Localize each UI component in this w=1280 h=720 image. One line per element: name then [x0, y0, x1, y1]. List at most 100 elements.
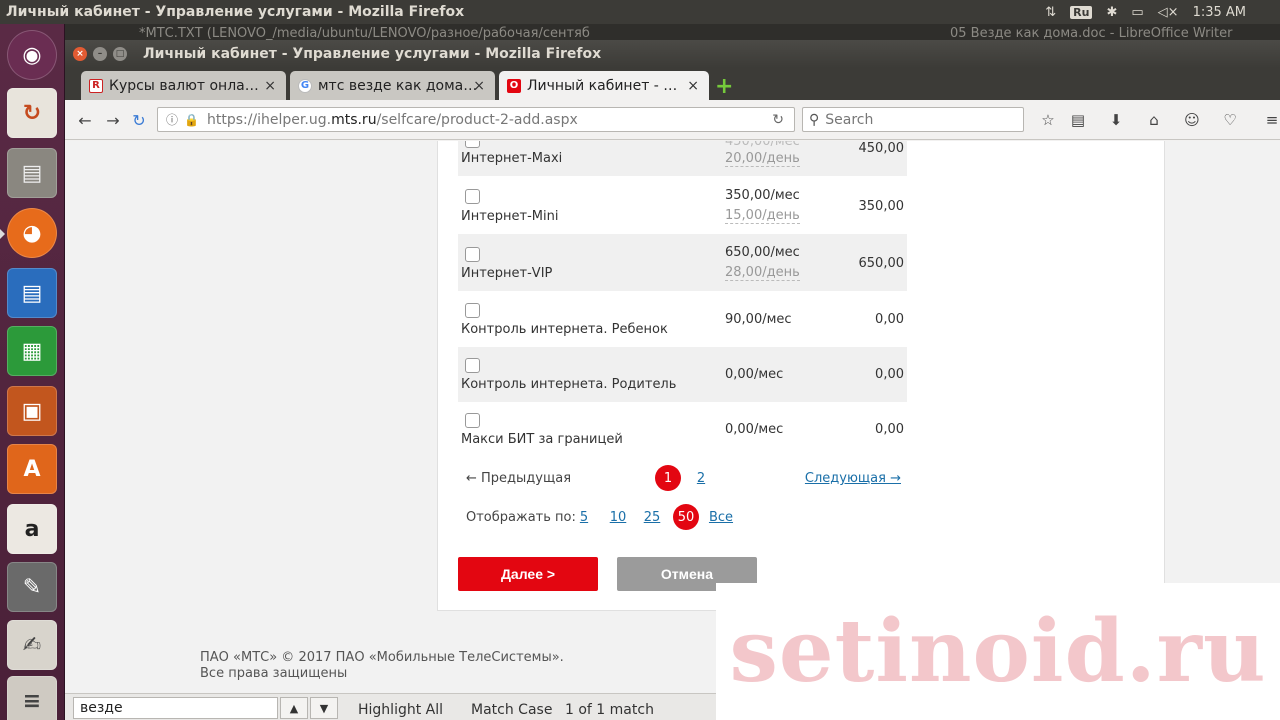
- files-icon[interactable]: ▤: [7, 148, 57, 198]
- service-row: Интернет-Maxi 450,00/мес 20,00/день 450,…: [458, 141, 907, 176]
- text-editor-icon[interactable]: ✍: [7, 620, 57, 670]
- watermark-text: setinoid.ru: [729, 601, 1267, 702]
- ubuntu-dash-icon[interactable]: ◉: [7, 30, 57, 80]
- service-total: 0,00: [875, 422, 904, 437]
- next-button[interactable]: Далее >: [458, 557, 598, 591]
- service-name: Интернет-VIP: [461, 266, 553, 281]
- reload-page-icon[interactable]: ↻: [127, 109, 151, 131]
- service-daily-price: 28,00/день: [725, 265, 800, 281]
- service-checkbox[interactable]: [465, 413, 480, 428]
- find-bar: ▲ ▼ Highlight All Match Case 1 of 1 matc…: [65, 693, 716, 720]
- libreoffice-calc-icon[interactable]: ▦: [7, 326, 57, 376]
- service-checkbox[interactable]: [465, 358, 480, 373]
- minimize-window-icon[interactable]: –: [93, 47, 107, 61]
- per-page-25[interactable]: 25: [639, 504, 665, 530]
- bluetooth-icon[interactable]: ✱: [1106, 5, 1117, 20]
- service-row: Контроль интернета. Ребенок 90,00/мес 0,…: [458, 292, 907, 347]
- watermark: setinoid.ru: [716, 583, 1280, 720]
- service-monthly-price: 350,00/мес: [725, 188, 800, 203]
- service-total: 450,00: [858, 141, 905, 156]
- network-updown-icon[interactable]: ⇅: [1045, 5, 1056, 20]
- tab-mts-search[interactable]: G мтс везде как дома… ×: [290, 71, 495, 100]
- clock[interactable]: 1:35 AM: [1193, 5, 1246, 20]
- background-window-title: *МТС.ТХТ (LENOVO_/media/ubuntu/LENOVO/ра…: [139, 26, 590, 41]
- find-result-status: 1 of 1 match: [565, 702, 654, 718]
- service-total: 650,00: [858, 256, 905, 271]
- tab-label: Личный кабинет - …: [527, 77, 678, 94]
- service-checkbox[interactable]: [465, 303, 480, 318]
- page-2-link[interactable]: 2: [688, 465, 714, 491]
- tab-label: Курсы валют онла…: [109, 77, 259, 94]
- service-daily-price: 20,00/день: [725, 151, 800, 167]
- firefox-titlebar: × – □ Личный кабинет - Управление услуга…: [65, 40, 1280, 68]
- system-settings-icon[interactable]: ✎: [7, 562, 57, 612]
- per-page-10[interactable]: 10: [605, 504, 631, 530]
- tab-close-icon[interactable]: ×: [473, 78, 485, 94]
- reading-list-icon[interactable]: ▤: [1067, 109, 1089, 131]
- chat-icon[interactable]: ☺: [1181, 109, 1203, 131]
- site-info-icon[interactable]: ⓘ: [166, 111, 178, 128]
- find-input[interactable]: [73, 697, 278, 719]
- amazon-icon[interactable]: a: [7, 504, 57, 554]
- service-name: Контроль интернета. Ребенок: [461, 322, 668, 337]
- tab-close-icon[interactable]: ×: [264, 78, 276, 94]
- service-checkbox[interactable]: [465, 189, 480, 204]
- page-footer: ПАО «МТС» © 2017 ПАО «Мобильные ТелеСист…: [200, 650, 564, 682]
- service-row: Контроль интернета. Родитель 0,00/мес 0,…: [458, 347, 907, 402]
- new-tab-plus-icon[interactable]: +: [715, 74, 733, 99]
- tab-personal-account[interactable]: О Личный кабинет - … ×: [499, 71, 709, 100]
- workspace-stack-icon[interactable]: ≡: [7, 676, 57, 720]
- libreoffice-impress-icon[interactable]: ▣: [7, 386, 57, 436]
- libreoffice-writer-icon[interactable]: ▤: [7, 268, 57, 318]
- battery-icon[interactable]: ▭: [1131, 5, 1143, 20]
- downloads-icon[interactable]: ⬇: [1105, 109, 1127, 131]
- url-bar[interactable]: ⓘ 🔒 https://ihelper.ug. mts.ru/selfcare/p…: [157, 107, 795, 132]
- tab-currency-rates[interactable]: R Курсы валют онла… ×: [81, 71, 286, 100]
- tab-close-icon[interactable]: ×: [687, 78, 699, 94]
- service-monthly-price: 0,00/мес: [725, 422, 784, 437]
- service-name: Контроль интернета. Родитель: [461, 377, 677, 392]
- system-top-panel: Личный кабинет - Управление услугами - M…: [0, 0, 1280, 24]
- find-previous-icon[interactable]: ▲: [280, 697, 308, 719]
- pocket-icon[interactable]: ♡: [1219, 109, 1241, 131]
- navigation-toolbar: ← → ↻ ⓘ 🔒 https://ihelper.ug. mts.ru/self…: [65, 100, 1280, 140]
- page-1-current[interactable]: 1: [655, 465, 681, 491]
- back-arrow-icon[interactable]: ←: [73, 109, 97, 131]
- background-window-title-2: 05 Везде как дома.doc - LibreOffice Writ…: [950, 26, 1233, 41]
- system-update-icon[interactable]: ↻: [7, 88, 57, 138]
- firefox-icon[interactable]: ◕: [7, 208, 57, 258]
- find-next-icon[interactable]: ▼: [310, 697, 338, 719]
- unity-launcher: ◉ ↻ ▤ ◕ ▤ ▦ ▣ A a ✎ ✍ ≡: [0, 24, 65, 720]
- maximize-window-icon[interactable]: □: [113, 47, 127, 61]
- service-checkbox[interactable]: [465, 247, 480, 262]
- close-window-icon[interactable]: ×: [73, 47, 87, 61]
- url-prefix: https://ihelper.ug.: [206, 111, 332, 128]
- match-case-toggle[interactable]: Match Case: [471, 702, 552, 718]
- per-page-50-current[interactable]: 50: [673, 504, 699, 530]
- volume-mute-icon[interactable]: ◁×: [1158, 5, 1179, 20]
- service-checkbox[interactable]: [465, 141, 480, 148]
- per-page-5[interactable]: 5: [571, 504, 597, 530]
- url-reload-icon[interactable]: ↻: [772, 112, 784, 128]
- secure-lock-icon[interactable]: 🔒: [184, 113, 199, 127]
- services-card: Интернет-Maxi 450,00/мес 20,00/день 450,…: [437, 141, 1165, 611]
- keyboard-layout-indicator[interactable]: Ru: [1070, 5, 1093, 19]
- menu-hamburger-icon[interactable]: ≡: [1261, 109, 1280, 131]
- search-bar[interactable]: ⚲ Search: [802, 107, 1024, 132]
- url-host: mts.ru: [331, 111, 377, 128]
- highlight-all-toggle[interactable]: Highlight All: [358, 702, 443, 718]
- service-monthly-price: 90,00/мес: [725, 312, 792, 327]
- per-page-all[interactable]: Все: [706, 504, 736, 530]
- tab-strip: R Курсы валют онла… × G мтс везде как до…: [65, 68, 1280, 100]
- bookmark-star-icon[interactable]: ☆: [1037, 109, 1059, 131]
- previous-page-link[interactable]: ← Предыдущая: [466, 471, 571, 486]
- google-favicon-icon: G: [298, 78, 312, 93]
- home-icon[interactable]: ⌂: [1143, 109, 1165, 131]
- service-row: Интернет-VIP 650,00/мес 28,00/день 650,0…: [458, 234, 907, 291]
- service-monthly-price: 450,00/мес: [725, 141, 800, 149]
- forward-arrow-icon[interactable]: →: [101, 109, 125, 131]
- software-center-icon[interactable]: A: [7, 444, 57, 494]
- service-daily-price: 15,00/день: [725, 208, 800, 224]
- footer-copyright: ПАО «МТС» © 2017 ПАО «Мобильные ТелеСист…: [200, 650, 564, 665]
- next-page-link[interactable]: Следующая →: [805, 471, 901, 486]
